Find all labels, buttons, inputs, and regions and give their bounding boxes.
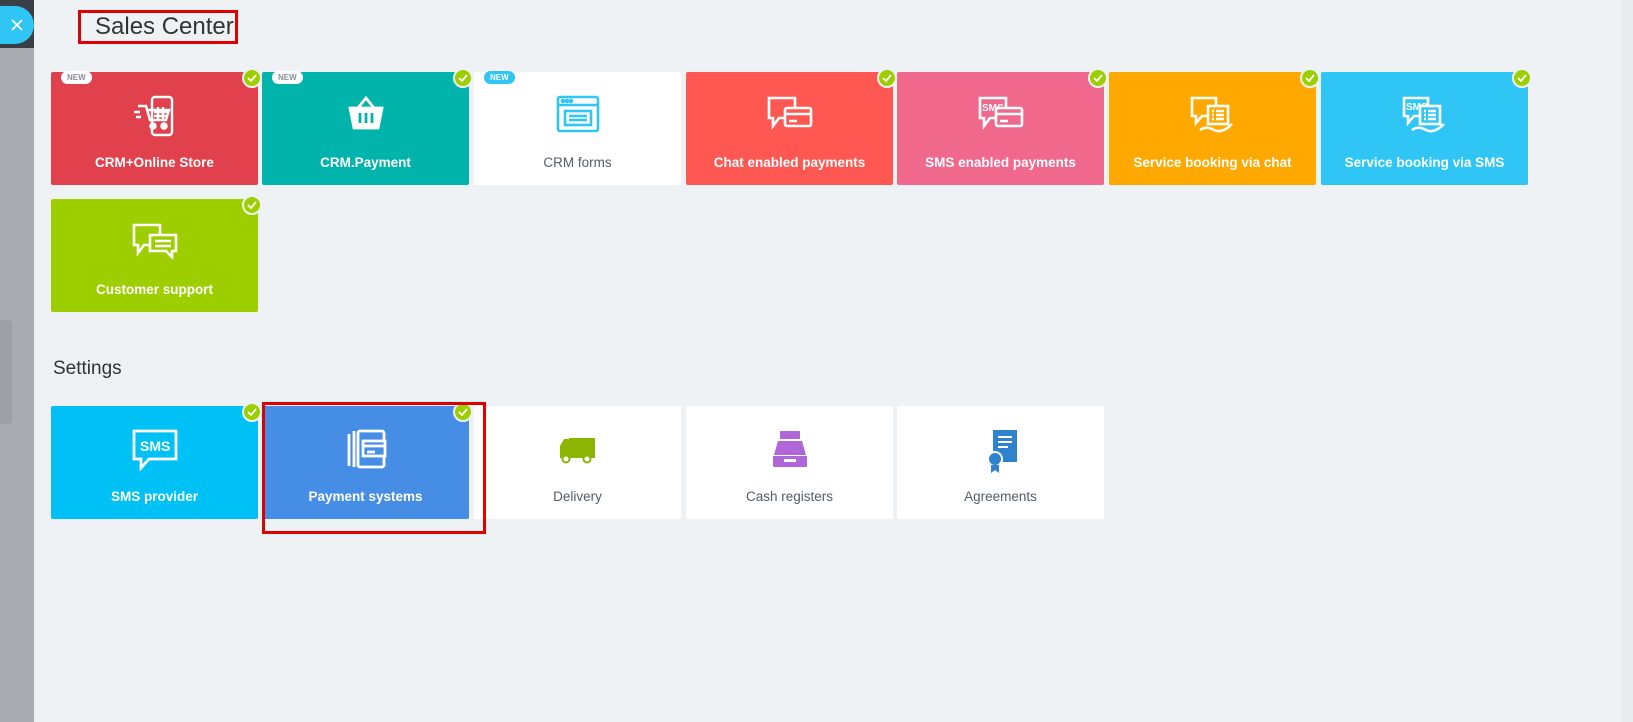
chat-booking-icon — [1109, 94, 1316, 138]
check-icon — [453, 68, 473, 88]
tile-label: Customer support — [95, 282, 213, 297]
tile-crm-online-store[interactable]: NEW CRM+Online Store — [51, 68, 262, 185]
tile-label: CRM.Payment — [320, 155, 411, 170]
tile-delivery[interactable]: Delivery — [474, 406, 681, 519]
payment-cards-icon — [262, 428, 469, 472]
tile-sms-provider[interactable]: SMS SMS provider — [51, 402, 262, 519]
tile-label: Payment systems — [308, 489, 423, 504]
sms-icon: SMS — [51, 428, 258, 472]
new-badge: NEW — [484, 71, 515, 84]
tile-sms-enabled-payments[interactable]: SMS SMS enabled payments — [897, 68, 1108, 185]
tile-payment-systems[interactable]: Payment systems — [262, 402, 473, 519]
tile-label: Service booking via chat — [1133, 155, 1292, 170]
tile-label: CRM+Online Store — [95, 155, 214, 170]
chat-card-icon — [686, 94, 893, 138]
tile-label: Service booking via SMS — [1344, 155, 1505, 170]
sms-booking-icon: SMS — [1321, 94, 1528, 138]
new-badge: NEW — [61, 71, 92, 84]
check-icon — [242, 68, 262, 88]
check-icon — [877, 68, 897, 88]
background-handle — [0, 320, 12, 424]
tile-label: Chat enabled payments — [713, 155, 866, 170]
check-icon — [1088, 68, 1108, 88]
cash-register-icon — [686, 428, 893, 472]
chat-support-icon — [51, 221, 258, 265]
check-icon — [242, 195, 262, 215]
basket-icon — [262, 94, 469, 138]
tile-label: SMS provider — [110, 489, 199, 504]
tile-label: CRM forms — [543, 155, 612, 170]
agreement-icon — [897, 428, 1104, 473]
sales-center-panel: Sales Center NEW CRM+Online Store NEW CR — [34, 0, 1633, 722]
page-title: Sales Center — [78, 10, 238, 44]
tile-label: Cash registers — [745, 489, 834, 504]
form-window-icon — [474, 94, 681, 138]
tile-agreements[interactable]: Agreements — [897, 406, 1104, 519]
sms-card-icon: SMS — [897, 94, 1104, 138]
new-badge: NEW — [272, 71, 303, 84]
tile-crm-forms[interactable]: NEW CRM forms — [474, 71, 681, 185]
background-page — [0, 0, 34, 722]
tile-label: Agreements — [964, 489, 1037, 504]
tile-service-booking-chat[interactable]: Service booking via chat — [1109, 68, 1320, 185]
tile-cash-registers[interactable]: Cash registers — [686, 406, 893, 519]
tile-chat-enabled-payments[interactable]: Chat enabled payments — [686, 68, 897, 185]
settings-title: Settings — [53, 358, 122, 379]
close-icon — [11, 19, 23, 31]
cart-phone-icon — [51, 94, 258, 138]
check-icon — [1512, 68, 1532, 88]
check-icon — [1300, 68, 1320, 88]
svg-text:SMS: SMS — [140, 438, 170, 454]
scrollbar[interactable] — [1621, 0, 1633, 722]
tile-crm-payment[interactable]: NEW CRM.Payment — [262, 68, 473, 185]
tile-label: Delivery — [553, 489, 602, 504]
truck-icon — [474, 428, 681, 472]
check-icon — [242, 402, 262, 422]
tile-service-booking-sms[interactable]: SMS Service booking via SMS — [1321, 68, 1532, 185]
tile-label: SMS enabled payments — [925, 155, 1076, 170]
tile-customer-support[interactable]: Customer support — [51, 195, 262, 312]
check-icon — [453, 402, 473, 422]
